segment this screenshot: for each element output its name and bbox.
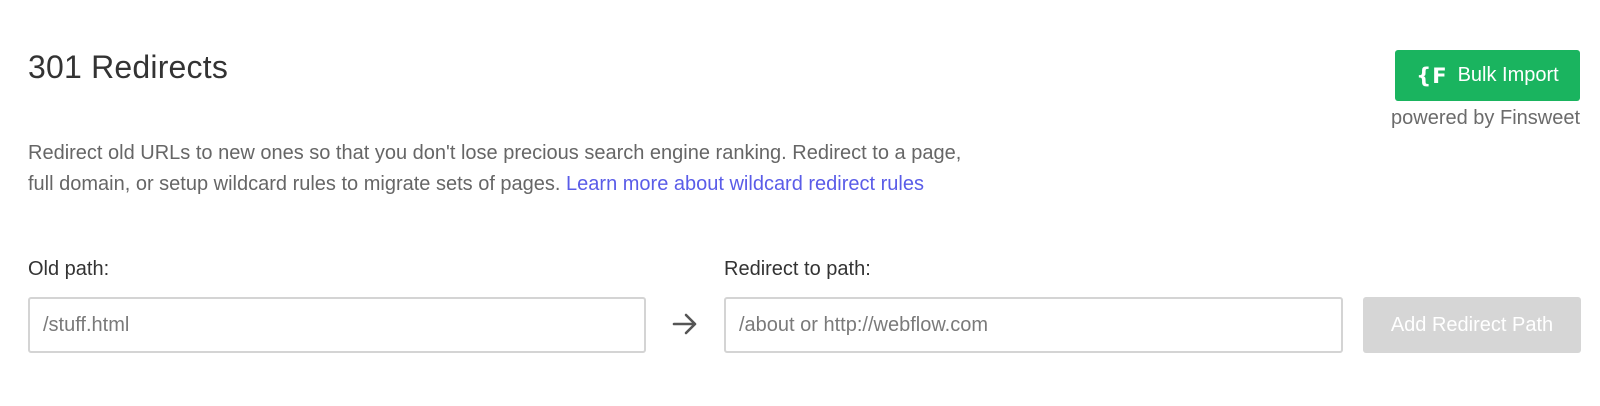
redirect-path-label: Redirect to path: bbox=[724, 258, 871, 280]
finsweet-logo-icon: {F bbox=[1416, 63, 1448, 88]
old-path-input[interactable] bbox=[28, 297, 646, 353]
description: Redirect old URLs to new ones so that yo… bbox=[28, 138, 968, 199]
old-path-label: Old path: bbox=[28, 258, 110, 280]
arrow-right-icon bbox=[672, 313, 697, 335]
add-redirect-button[interactable]: Add Redirect Path bbox=[1363, 297, 1581, 353]
bulk-import-button[interactable]: {F Bulk Import bbox=[1395, 50, 1580, 101]
learn-more-link[interactable]: Learn more about wildcard redirect rules bbox=[566, 173, 924, 195]
page-title: 301 Redirects bbox=[28, 49, 229, 85]
powered-by-text: powered by Finsweet bbox=[1391, 107, 1580, 129]
bulk-import-section: {F Bulk Import powered by Finsweet bbox=[1391, 50, 1580, 130]
bulk-import-label: Bulk Import bbox=[1457, 64, 1559, 86]
redirect-path-input[interactable] bbox=[724, 297, 1343, 353]
